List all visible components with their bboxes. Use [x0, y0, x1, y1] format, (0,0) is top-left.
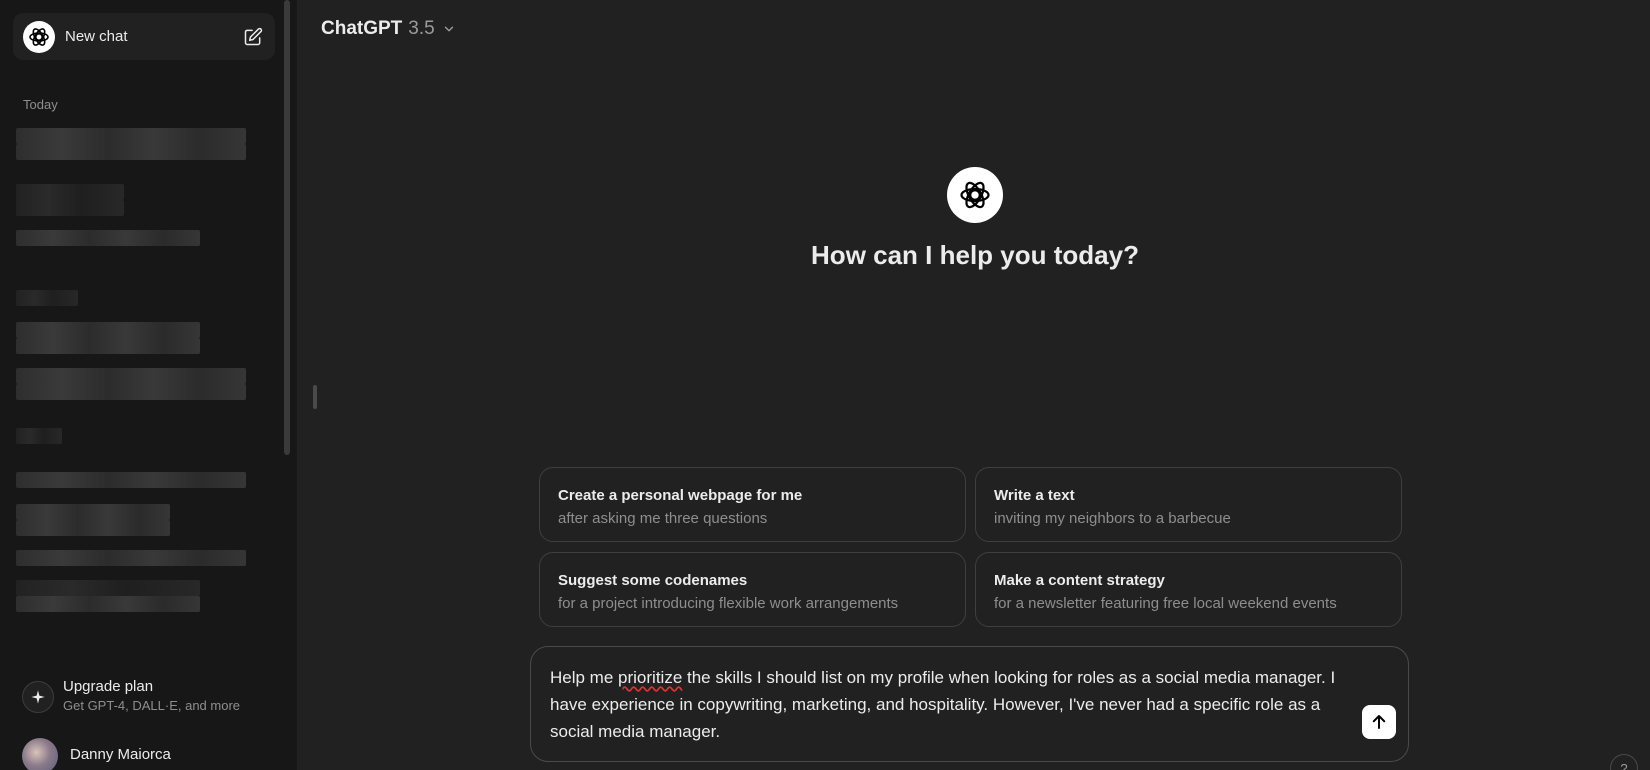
- misspelled-word: prioritize: [618, 668, 683, 687]
- sparkle-icon: [22, 681, 54, 713]
- history-item[interactable]: [16, 368, 246, 384]
- history-item[interactable]: [16, 550, 246, 566]
- upgrade-plan-title: Upgrade plan: [63, 678, 154, 695]
- message-input[interactable]: Help me prioritize the skills I should l…: [550, 664, 1340, 748]
- new-chat-label: New chat: [65, 28, 128, 45]
- suggestion-title: Suggest some codenames: [558, 572, 748, 589]
- chevron-down-icon: [444, 26, 453, 32]
- edit-icon[interactable]: [243, 27, 263, 47]
- history-item[interactable]: [16, 520, 170, 536]
- history-item[interactable]: [16, 504, 170, 520]
- avatar: [22, 738, 58, 770]
- history-item[interactable]: [16, 384, 246, 400]
- sidebar-collapse-handle[interactable]: [313, 385, 317, 409]
- openai-logo-icon: [947, 167, 1003, 223]
- arrow-up-icon: [1372, 715, 1386, 729]
- suggestion-subtitle: inviting my neighbors to a barbecue: [994, 510, 1231, 527]
- history-item[interactable]: [16, 128, 246, 144]
- history-item[interactable]: [16, 184, 124, 200]
- message-text-start: Help me: [550, 668, 619, 687]
- history-item[interactable]: [16, 200, 124, 216]
- history-item[interactable]: [16, 144, 246, 160]
- model-selector[interactable]: ChatGPT 3.5: [321, 18, 456, 40]
- main-panel: ChatGPT 3.5 How can I help you today? Cr…: [297, 0, 1650, 770]
- suggestion-title: Write a text: [994, 487, 1075, 504]
- upgrade-plan-subtitle: Get GPT-4, DALL·E, and more: [63, 698, 241, 713]
- user-menu[interactable]: Danny Maiorca: [22, 738, 171, 770]
- help-button[interactable]: ?: [1610, 754, 1638, 770]
- history-item[interactable]: [16, 290, 78, 306]
- upgrade-plan-button[interactable]: Upgrade plan Get GPT-4, DALL·E, and more: [22, 677, 272, 723]
- send-button[interactable]: [1362, 705, 1396, 739]
- sidebar: New chat Today Upgrade plan Get GPT-4, D…: [0, 0, 297, 770]
- history-item[interactable]: [16, 428, 62, 444]
- history-item[interactable]: [16, 230, 200, 246]
- suggestion-subtitle: after asking me three questions: [558, 510, 768, 527]
- sidebar-scrollbar[interactable]: [284, 0, 290, 455]
- new-chat-button[interactable]: New chat: [13, 13, 275, 60]
- history-item[interactable]: [16, 472, 246, 488]
- suggestion-title: Make a content strategy: [994, 572, 1165, 589]
- model-version: 3.5: [408, 18, 435, 39]
- suggestion-card[interactable]: Create a personal webpage for me after a…: [539, 467, 966, 542]
- welcome-heading: How can I help you today?: [811, 240, 1139, 270]
- history-item[interactable]: [16, 596, 200, 612]
- suggestion-card[interactable]: Write a text inviting my neighbors to a …: [975, 467, 1402, 542]
- suggestion-subtitle: for a project introducing flexible work …: [558, 595, 899, 612]
- history-item[interactable]: [16, 338, 200, 354]
- suggestion-card[interactable]: Suggest some codenames for a project int…: [539, 552, 966, 627]
- suggestion-card[interactable]: Make a content strategy for a newsletter…: [975, 552, 1402, 627]
- history-section-label: Today: [23, 97, 58, 112]
- history-item[interactable]: [16, 322, 200, 338]
- message-composer[interactable]: Help me prioritize the skills I should l…: [530, 646, 1409, 762]
- history-item[interactable]: [16, 580, 200, 596]
- suggestion-title: Create a personal webpage for me: [558, 487, 803, 504]
- suggestion-subtitle: for a newsletter featuring free local we…: [994, 595, 1337, 612]
- model-name: ChatGPT: [321, 18, 403, 39]
- user-name: Danny Maiorca: [70, 745, 171, 763]
- openai-logo-icon: [23, 20, 55, 53]
- app-window: New chat Today Upgrade plan Get GPT-4, D…: [0, 0, 1650, 770]
